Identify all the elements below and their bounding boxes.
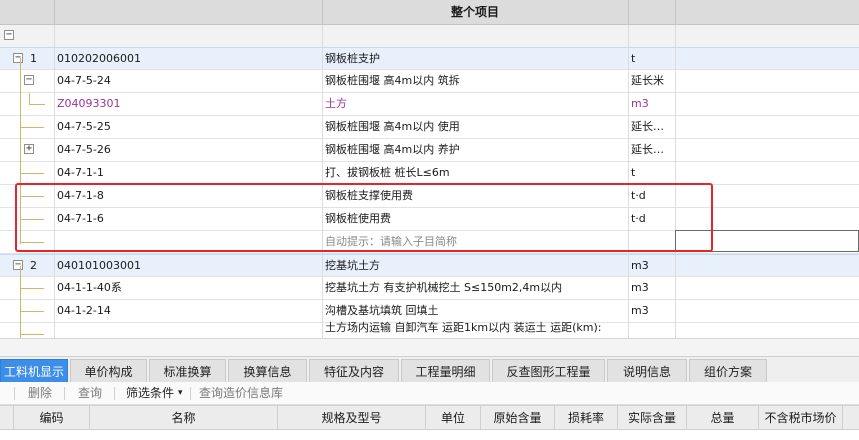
col-market-price[interactable]: 不含税市场价 [759,406,843,430]
tab-description[interactable]: 说明信息 [607,359,687,383]
grid-header-title: 整个项目 [450,5,499,19]
row-name[interactable]: 土方 [322,93,628,115]
table-row[interactable]: 04-7-5-25 钢板桩围堰 高4m以内 使用 延长… [0,116,859,139]
root-row[interactable]: − [0,25,859,48]
row-name[interactable]: 挖基坑土方 [322,255,628,277]
row-code[interactable]: 04-7-5-26 [54,139,322,161]
table-row[interactable]: 04-7-1-1 打、拔钢板桩 桩长L≤6m t [0,162,859,185]
row-unit[interactable]: m3 [628,93,675,115]
resource-table-body [0,430,859,440]
detail-tabs: 工料机显示 单价构成 标准换算 换算信息 特征及内容 工程量明细 反查图形工程量… [0,356,859,383]
col-actual-qty[interactable]: 实际含量 [618,406,687,430]
row-unit[interactable]: t [628,162,675,184]
tab-standard-conversion[interactable]: 标准换算 [149,359,226,383]
filter-dropdown[interactable]: 筛选条件 [126,382,174,405]
table-row[interactable]: 土方场内运输 自卸汽车 运距1km以内 装运土 运距(km): [0,321,859,338]
query-button[interactable]: 查询 [78,382,102,405]
tab-material-display[interactable]: 工料机显示 [0,359,68,383]
minus-toggle-icon[interactable]: − [4,30,14,40]
col-name[interactable]: 名称 [90,406,278,430]
tab-features[interactable]: 特征及内容 [309,359,399,383]
tab-pricing-scheme[interactable]: 组价方案 [689,359,767,383]
row-unit[interactable]: 延长… [628,116,675,138]
row-name[interactable]: 钢板桩围堰 高4m以内 筑拆 [322,70,628,92]
col-spec[interactable]: 规格及型号 [278,406,426,430]
plus-toggle-icon[interactable]: + [24,144,34,154]
table-row[interactable]: − 1 010202006001 钢板桩支护 t [0,47,859,71]
row-name[interactable]: 挖基坑土方 有支护机械挖土 S≤150m2,4m以内 [322,277,628,299]
row-code[interactable]: 010202006001 [54,48,322,70]
project-grid: 整个项目 − − 1 010202006001 钢板桩支护 t − 04-7-5… [0,0,859,338]
tab-quantity-detail[interactable]: 工程量明细 [401,359,490,383]
col-code[interactable]: 编码 [14,406,90,430]
row-unit[interactable]: t [628,48,675,70]
table-row[interactable]: Z04093301 土方 m3 [0,93,859,116]
table-row[interactable]: − 2 040101003001 挖基坑土方 m3 [0,254,859,278]
row-level: 1 [30,52,37,65]
row-unit[interactable]: m3 [628,277,675,299]
row-name[interactable]: 土方场内运输 自卸汽车 运距1km以内 装运土 运距(km): [322,317,628,338]
delete-button[interactable]: 删除 [28,382,52,405]
col-original-qty[interactable]: 原始含量 [481,406,555,430]
row-level: 2 [30,259,37,272]
grid-header: 整个项目 [0,0,859,25]
table-row[interactable]: − 04-7-5-24 钢板桩围堰 高4m以内 筑拆 延长米 [0,70,859,93]
grid-scroll-area[interactable] [0,338,859,356]
row-name[interactable]: 钢板桩围堰 高4m以内 使用 [322,116,628,138]
tab-reverse-graphic[interactable]: 反查图形工程量 [492,359,605,383]
row-code[interactable]: 040101003001 [54,255,322,277]
row-unit[interactable]: 延长… [628,139,675,161]
table-row[interactable]: + 04-7-5-26 钢板桩围堰 高4m以内 养护 延长… [0,139,859,162]
row-code[interactable]: 04-7-5-24 [54,70,322,92]
col-loss-rate[interactable]: 损耗率 [555,406,618,430]
row-code[interactable] [54,317,322,338]
table-row[interactable]: 04-1-1-40系 挖基坑土方 有支护机械挖土 S≤150m2,4m以内 m3 [0,277,859,300]
resource-table-header: 编码 名称 规格及型号 单位 原始含量 损耗率 实际含量 总量 不含税市场价 [0,405,859,430]
row-name[interactable]: 钢板桩围堰 高4m以内 养护 [322,139,628,161]
row-code[interactable]: 04-7-5-25 [54,116,322,138]
detail-toolbar: 删除 查询 筛选条件 ▾ 查询造价信息库 [0,382,859,405]
minus-toggle-icon[interactable]: − [24,75,34,85]
query-price-db-button[interactable]: 查询造价信息库 [199,382,283,405]
row-unit[interactable]: m3 [628,255,675,277]
col-total[interactable]: 总量 [687,406,759,430]
row-name[interactable]: 打、拔钢板桩 桩长L≤6m [322,162,628,184]
tab-unit-price[interactable]: 单价构成 [70,359,147,383]
row-unit[interactable]: 延长米 [628,70,675,92]
highlight-frame [15,183,713,252]
chevron-down-icon[interactable]: ▾ [178,382,183,405]
minus-toggle-icon[interactable]: − [13,260,23,270]
row-unit[interactable] [628,317,675,338]
row-code[interactable]: 04-7-1-1 [54,162,322,184]
row-code[interactable]: Z04093301 [54,93,322,115]
row-code[interactable]: 04-1-1-40系 [54,277,322,299]
col-unit[interactable]: 单位 [426,406,481,430]
minus-toggle-icon[interactable]: − [13,53,23,63]
tab-conversion-info[interactable]: 换算信息 [228,359,307,383]
row-name[interactable]: 钢板桩支护 [322,48,628,70]
